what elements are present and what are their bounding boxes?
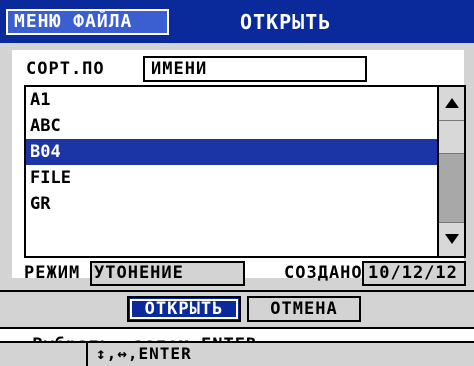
file-menu-tab[interactable]: МЕНЮ ФАЙЛА (6, 9, 169, 35)
file-list-item-selected[interactable]: B04 (26, 139, 437, 165)
page-title: ОТКРЫТЬ (240, 10, 332, 34)
file-list-item[interactable]: FILE (26, 165, 437, 191)
scroll-thumb[interactable] (439, 121, 464, 154)
mode-label: РЕЖИМ (24, 263, 81, 283)
sort-by-label: СОРТ.ПО (26, 59, 105, 79)
key-hints-text: ↕,↔,ENTER (96, 344, 192, 363)
created-label: СОЗДАНО (284, 263, 363, 283)
list-scrollbar[interactable] (439, 85, 466, 258)
sort-by-field[interactable]: ИМЕНИ (143, 56, 367, 82)
cancel-button[interactable]: ОТМЕНА (247, 296, 361, 322)
divider (0, 290, 474, 292)
file-list-item[interactable]: ABC (26, 113, 437, 139)
key-hints-separator-left (86, 343, 88, 366)
file-list[interactable]: A1 ABC B04 FILE GR (24, 85, 439, 258)
screen: МЕНЮ ФАЙЛА ОТКРЫТЬ СОРТ.ПО ИМЕНИ A1 ABC … (0, 0, 474, 366)
open-button[interactable]: ОТКРЫТЬ (127, 296, 241, 322)
scroll-down-button[interactable] (439, 222, 464, 256)
mode-value: УТОНЕНИЕ (90, 261, 245, 286)
file-list-item[interactable]: GR (26, 191, 437, 217)
scroll-up-button[interactable] (439, 87, 464, 121)
file-list-item[interactable]: A1 (26, 87, 437, 113)
title-bar: МЕНЮ ФАЙЛА ОТКРЫТЬ (0, 0, 474, 43)
created-date-value: 10/12/12 (362, 261, 466, 286)
arrow-down-icon (445, 234, 459, 244)
arrow-up-icon (445, 98, 459, 108)
key-hints-strip: ↕,↔,ENTER (0, 341, 474, 366)
